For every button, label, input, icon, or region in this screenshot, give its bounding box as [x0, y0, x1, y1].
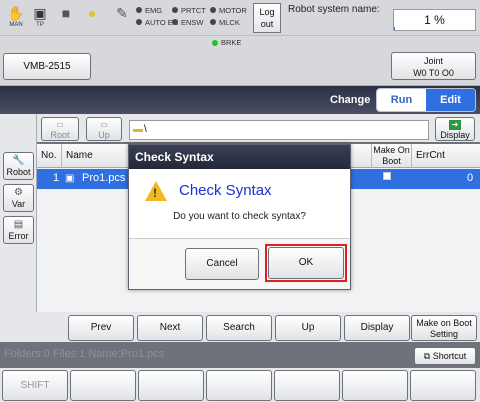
model-row: VMB-2515 Joint W0 T0 O0 [0, 50, 480, 86]
function-key-2[interactable] [70, 370, 136, 401]
var-button[interactable]: ⚙ Var [3, 184, 34, 212]
robot-icon: 🔧 [12, 155, 25, 166]
logout-button[interactable]: Log out [253, 3, 281, 33]
up-button[interactable]: ▭ Up [86, 117, 122, 141]
lamp-motor: MOTOR [210, 5, 247, 15]
robot-model-button[interactable]: VMB-2515 [3, 53, 91, 80]
error-button[interactable]: ▤ Error [3, 216, 34, 244]
error-icon: ▤ [13, 219, 24, 230]
brake-row: BRKE [0, 36, 480, 50]
file-nav-row: ▭ Root ▭ Up ▬ \ ➜ Display [37, 114, 480, 142]
joint-label: Joint [423, 56, 443, 66]
function-key-5[interactable] [274, 370, 340, 401]
ok-button[interactable]: OK [268, 247, 344, 279]
root-folder-icon: ▭ [56, 120, 64, 129]
lamp-prtct: PRTCT [172, 5, 206, 15]
lamp-ensw: ENSW [172, 17, 206, 27]
mode-toggle[interactable]: Run Edit [376, 88, 476, 112]
warning-exclamation-icon: ! [153, 186, 157, 200]
function-key-6[interactable] [342, 370, 408, 401]
display-button[interactable]: ➜ Display [435, 117, 475, 141]
function-key-4[interactable] [206, 370, 272, 401]
lamp-group-right: MOTOR MLCK [210, 5, 247, 29]
dialog-body: ! Check Syntax Do you want to check synt… [129, 169, 350, 239]
bottom-button-row: Prev Next Search Up Display Make on Boot… [0, 312, 480, 342]
program-file-icon: ▣ [65, 173, 75, 184]
dialog-heading: Check Syntax [179, 182, 272, 199]
row-name: Pro1.pcs [82, 172, 126, 184]
change-label: Change [330, 94, 371, 106]
make-on-boot-checkbox[interactable] [383, 172, 391, 180]
function-key-7[interactable] [410, 370, 476, 401]
col-errcnt[interactable]: ErrCnt [412, 144, 480, 168]
function-keys: SHIFT [0, 368, 480, 402]
search-button[interactable]: Search [206, 315, 272, 341]
shortcut-button[interactable]: ⧉ Shortcut [414, 347, 476, 365]
cancel-button[interactable]: Cancel [185, 248, 259, 280]
file-status-text: Folders:0 Files:1 Name:Pro1.pcs [4, 348, 165, 360]
col-no[interactable]: No. [37, 144, 62, 168]
left-rail: 🔧 Robot ⚙ Var ▤ Error [0, 114, 37, 312]
prev-button[interactable]: Prev [68, 315, 134, 341]
mode-bar: Change Run Edit [0, 86, 480, 114]
dialog-message: Do you want to check syntax? [173, 211, 306, 222]
man-label: MAN [9, 22, 23, 28]
up-folder-icon: ▭ [100, 120, 108, 129]
run-mode-button[interactable]: Run [377, 89, 426, 111]
tp-label: TP [36, 22, 44, 28]
brake-lamp: BRKE [212, 38, 241, 47]
next-button[interactable]: Next [137, 315, 203, 341]
shortcut-icon: ⧉ [423, 351, 433, 361]
root-button[interactable]: ▭ Root [41, 117, 79, 141]
lamp-mlck: MLCK [210, 17, 247, 27]
speed-bar [394, 27, 395, 30]
variable-icon: ⚙ [14, 187, 23, 198]
up-dir-button[interactable]: Up [275, 315, 341, 341]
teach-pendant-icon[interactable]: ▣ TP [28, 4, 52, 28]
status-row: Folders:0 Files:1 Name:Pro1.pcs ⧉ Shortc… [0, 342, 480, 368]
joint-value: W0 T0 O0 [413, 68, 454, 78]
manual-mode-icon[interactable]: ✋ MAN [4, 4, 28, 28]
make-on-boot-setting-button[interactable]: Make on Boot Setting [411, 315, 477, 341]
path-field[interactable]: ▬ \ [129, 120, 429, 140]
lamp-group-mid: PRTCT ENSW [172, 5, 206, 29]
speed-value: 1 % [424, 13, 445, 27]
edit-mode-button[interactable]: Edit [426, 89, 475, 111]
col-make-on-boot[interactable]: Make On Boot [372, 144, 412, 168]
path-text: \ [144, 124, 147, 135]
shift-key[interactable]: SHIFT [2, 370, 68, 401]
row-no: 1 [53, 172, 60, 184]
function-key-3[interactable] [138, 370, 204, 401]
lightbulb-icon[interactable]: ● [80, 4, 104, 22]
stop-icon: ■ [61, 5, 71, 21]
joint-button[interactable]: Joint W0 T0 O0 [391, 52, 476, 80]
brake-indicator-icon [212, 39, 218, 46]
robot-button[interactable]: 🔧 Robot [3, 152, 34, 180]
dialog-title: Check Syntax [129, 145, 350, 169]
status-bar: ✋ MAN ▣ TP ■ ● ✎ EMG AUTO EN PRTCT ENSW MO… [0, 0, 480, 36]
robot-system-name-label: Robot system name: [288, 4, 380, 15]
folder-icon: ▬ [133, 124, 143, 135]
display-mode-button[interactable]: Display [344, 315, 410, 341]
row-errcnt: 0 [467, 172, 474, 184]
check-syntax-dialog: Check Syntax ! Check Syntax Do you want … [128, 144, 351, 290]
tools-icon: ✎ [116, 5, 128, 21]
display-arrow-icon: ➜ [449, 120, 461, 130]
speed-indicator[interactable]: 1 % [393, 9, 476, 31]
